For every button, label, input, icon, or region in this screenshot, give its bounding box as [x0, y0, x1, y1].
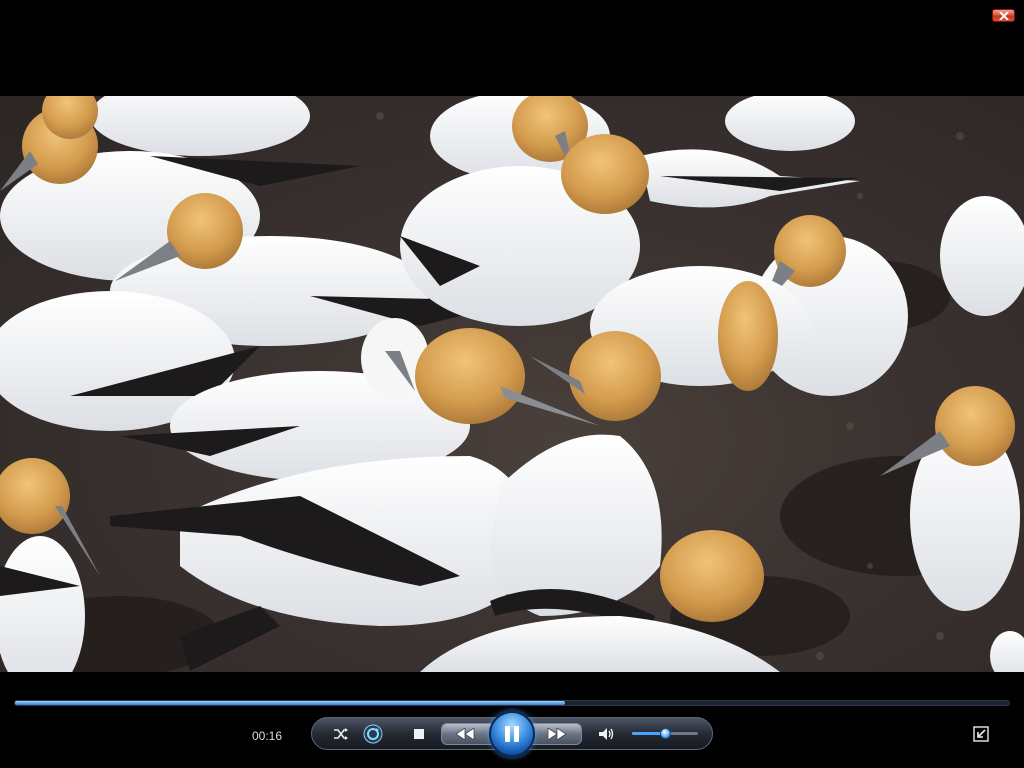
mute-button[interactable] — [597, 725, 617, 743]
shuffle-button[interactable] — [330, 725, 352, 743]
seek-bar[interactable] — [14, 700, 1010, 706]
stop-icon — [414, 729, 424, 739]
time-display: 00:16 — [252, 729, 283, 743]
stop-button[interactable] — [409, 725, 429, 743]
volume-thumb[interactable] — [660, 728, 671, 739]
repeat-button[interactable] — [362, 723, 384, 745]
pause-icon — [505, 726, 519, 742]
rewind-icon — [455, 728, 475, 740]
close-icon — [998, 11, 1009, 20]
exit-fullscreen-button[interactable] — [970, 723, 992, 745]
exit-fullscreen-icon — [973, 726, 989, 742]
next-button[interactable] — [538, 725, 576, 743]
volume-slider[interactable] — [632, 728, 698, 739]
video-frame[interactable] — [0, 96, 1024, 672]
repeat-icon — [363, 724, 383, 744]
video-frame-gannets — [0, 96, 1024, 672]
fast-forward-icon — [547, 728, 567, 740]
play-pause-button[interactable] — [489, 711, 535, 757]
seek-bar-fill — [15, 701, 565, 705]
close-button[interactable] — [992, 9, 1015, 22]
previous-button[interactable] — [446, 725, 484, 743]
shuffle-icon — [334, 728, 348, 740]
speaker-icon — [599, 728, 614, 740]
